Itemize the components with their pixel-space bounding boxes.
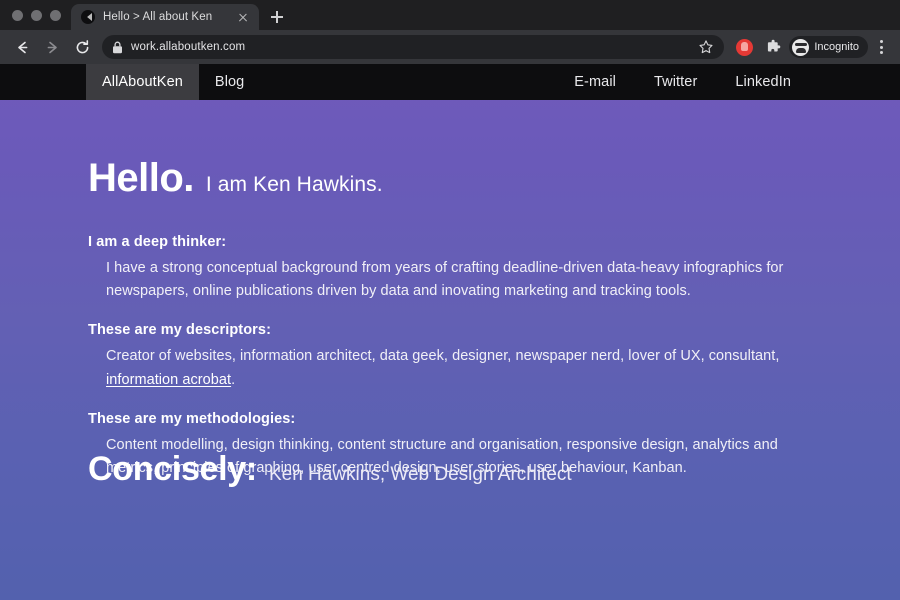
- hero-subheadline: I am Ken Hawkins.: [205, 173, 383, 196]
- section-title: These are my methodologies:: [88, 410, 296, 427]
- section-body: I have a strong conceptual background fr…: [106, 260, 784, 300]
- incognito-label: Incognito: [814, 41, 859, 53]
- nav-item-email[interactable]: E-mail: [555, 64, 635, 100]
- section-title: I am a deep thinker:: [88, 234, 227, 250]
- nav-item-linkedin[interactable]: LinkedIn: [716, 64, 810, 100]
- site-nav-primary: AllAboutKen Blog: [86, 64, 260, 100]
- incognito-spy-icon: [792, 38, 810, 56]
- browser-toolbar: work.allaboutken.com Incognito: [0, 30, 900, 64]
- concisely-subtitle: Ken Hawkins, Web Design Architect: [268, 464, 572, 486]
- page-viewport: AllAboutKen Blog E-mail Twitter LinkedIn…: [0, 64, 900, 600]
- window-controls: [8, 0, 71, 30]
- tab-strip: Hello > All about Ken: [0, 0, 900, 30]
- page-content: Hello. I am Ken Hawkins. I am a deep thi…: [0, 100, 900, 486]
- nav-item-twitter[interactable]: Twitter: [635, 64, 716, 100]
- tab-title: Hello > All about Ken: [103, 11, 213, 23]
- incognito-indicator[interactable]: Incognito: [789, 36, 868, 58]
- close-window-button[interactable]: [12, 9, 23, 21]
- extension-badge-icon[interactable]: [736, 38, 754, 56]
- forward-button[interactable]: [38, 33, 66, 61]
- back-button[interactable]: [8, 33, 36, 61]
- site-nav-social: E-mail Twitter LinkedIn: [555, 64, 810, 100]
- section-body: Creator of websites, information archite…: [88, 345, 800, 391]
- nav-item-blog[interactable]: Blog: [199, 64, 260, 100]
- puzzle-piece-icon: [767, 39, 781, 51]
- site-navigation: AllAboutKen Blog E-mail Twitter LinkedIn: [0, 64, 900, 100]
- bookmark-star-icon[interactable]: [698, 39, 714, 55]
- nav-item-allaboutken[interactable]: AllAboutKen: [86, 64, 199, 100]
- hero-headline: Hello.: [88, 156, 194, 200]
- site-favicon-icon: [81, 10, 95, 24]
- extensions-button[interactable]: [759, 33, 787, 61]
- reload-button[interactable]: [68, 33, 96, 61]
- section-title: These are my descriptors:: [88, 322, 272, 339]
- lock-icon: [113, 41, 122, 53]
- kebab-dot: [879, 45, 883, 49]
- url-text: work.allaboutken.com: [131, 41, 246, 53]
- close-tab-icon[interactable]: [235, 9, 251, 25]
- kebab-dot: [879, 40, 883, 43]
- minimize-window-button[interactable]: [31, 9, 42, 21]
- section-concisely: Concisely: Ken Hawkins, Web Design Archi…: [88, 452, 572, 486]
- descriptors-text-after: .: [231, 371, 236, 388]
- section-deep-thinker: I am a deep thinker: I have a strong con…: [88, 234, 814, 303]
- new-tab-button[interactable]: [263, 4, 291, 30]
- hero-heading: Hello. I am Ken Hawkins.: [88, 158, 814, 198]
- browser-window: Hello > All about Ken work.allaboutken.c…: [0, 0, 900, 600]
- descriptors-text-before: Creator of websites, information archite…: [106, 348, 780, 365]
- kebab-dot: [879, 51, 883, 54]
- information-acrobat-link[interactable]: information acrobat: [106, 372, 231, 388]
- maximize-window-button[interactable]: [50, 9, 61, 21]
- browser-menu-button[interactable]: [870, 33, 892, 61]
- browser-tab[interactable]: Hello > All about Ken: [71, 4, 259, 30]
- section-descriptors: These are my descriptors: Creator of web…: [88, 322, 814, 391]
- concisely-title: Concisely:: [88, 450, 257, 489]
- address-bar[interactable]: work.allaboutken.com: [102, 35, 725, 59]
